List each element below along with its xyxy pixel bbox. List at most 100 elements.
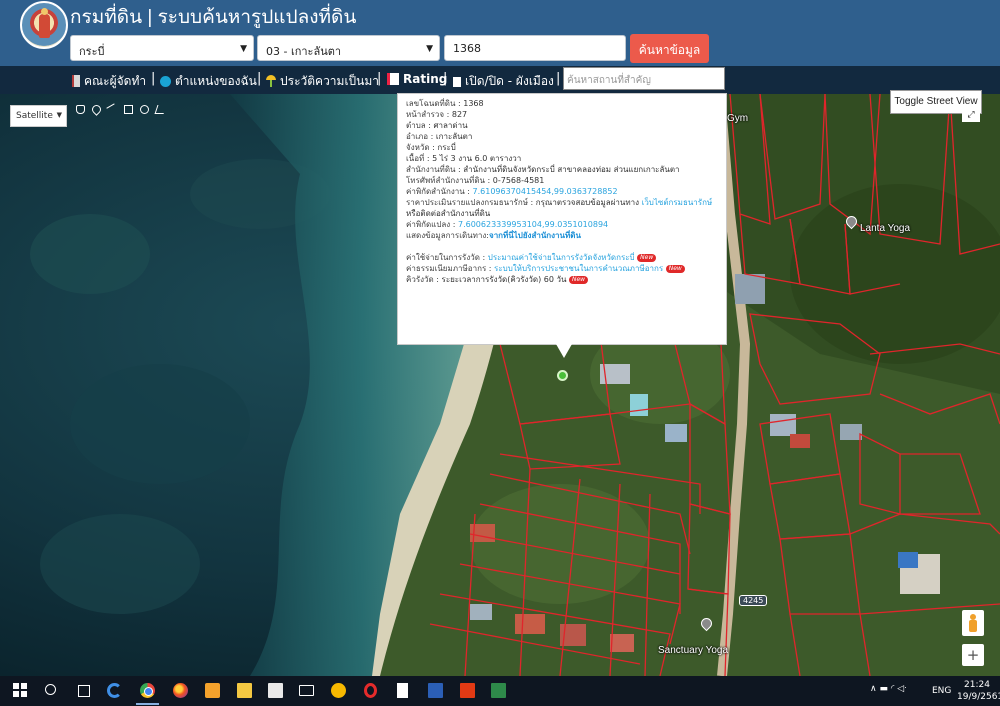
team-label: คณะผู้จัดทำ <box>84 74 147 88</box>
tax-row: ค่าธรรมเนียมภาษีอากร : ระบบให้บริการประช… <box>406 263 718 274</box>
drawing-toolbar <box>76 100 167 118</box>
queue-value: ระยะเวลาการรังวัด(คิวรังวัด) 60 วัน <box>441 275 567 284</box>
system-tray-icons[interactable]: ∧ ▬ ◜ ◁ᐧ <box>870 684 906 694</box>
history-icon <box>266 75 276 87</box>
amphoe-row: อำเภอ : เกาะลันตา <box>406 131 718 142</box>
fullscreen-icon[interactable]: ⤢ <box>962 108 980 122</box>
zoom-in-button[interactable]: + <box>962 644 984 666</box>
toolbar: คณะผู้จัดทำ | ตำแหน่งของฉัน | ประวัติควา… <box>0 66 1000 94</box>
route-link[interactable]: จากที่นี่ไปยังสำนักงานที่ดิน <box>489 231 581 240</box>
area-row: เนื้อที่ : 5 ไร่ 3 งาน 6.0 ตารางวา <box>406 153 718 164</box>
price-text: กรุณาตรวจสอบข้อมูลผ่านทาง <box>535 198 642 207</box>
toolbar-separator: | <box>377 71 382 86</box>
circle-tool-icon[interactable] <box>140 104 149 114</box>
new-badge: New <box>569 276 589 284</box>
location-label: ตำแหน่งของฉัน <box>175 74 257 88</box>
tambon-value: ศาลาด่าน <box>433 121 468 130</box>
rating-link[interactable]: Rating <box>387 72 447 86</box>
project-icon[interactable] <box>491 683 506 698</box>
office-value: สำนักงานที่ดินจังหวัดกระบี่ สาขาคลองท่อม… <box>463 165 680 174</box>
city-plan-toggle[interactable]: เปิด/ปิด - ผังเมือง <box>453 72 554 91</box>
search-button[interactable]: ค้นหาข้อมูล <box>630 34 709 63</box>
polyline-tool-icon[interactable] <box>106 102 119 116</box>
parcel-info-popup: เลขโฉนดที่ดิน : 1368 หน้าสำรวจ : 827 ตำบ… <box>397 93 727 345</box>
phone-row: โทรศัพท์สำนักงานที่ดิน : 0-7568-4581 <box>406 175 718 186</box>
district-select[interactable]: 03 - เกาะลันตา ▼ <box>257 35 440 61</box>
parcel-coord-row: ค่าพิกัดแปลง : 7.600623339953104,99.0351… <box>406 219 718 230</box>
search-icon[interactable] <box>45 684 56 695</box>
mail-icon[interactable] <box>299 685 314 696</box>
queue-label: คิวรังวัด : <box>406 275 442 284</box>
team-icon <box>72 75 80 87</box>
hand-tool-icon[interactable] <box>76 104 85 114</box>
shield-icon[interactable] <box>331 683 346 698</box>
road-number-badge: 4245 <box>739 595 768 606</box>
map-type-select[interactable]: Satellite ▼ <box>10 105 67 127</box>
cursor-tool-icon[interactable] <box>154 104 167 114</box>
clock[interactable]: 21:24 19/9/2561 <box>957 679 1000 703</box>
popup-spacer <box>406 241 718 252</box>
office-coord-row: ค่าพิกัดสำนักงาน : 7.61096370415454,99.0… <box>406 186 718 197</box>
pegman-icon[interactable] <box>962 610 984 636</box>
place-search-input[interactable]: ค้นหาสถานที่สำคัญ <box>563 67 725 90</box>
edge-icon[interactable] <box>107 683 122 698</box>
fee-row: ค่าใช้จ่ายในการรังวัด : ประมาณค่าใช้จ่าย… <box>406 252 718 263</box>
parcel-number-input[interactable]: 1368 <box>444 35 626 61</box>
selected-parcel-marker-icon[interactable] <box>557 370 568 381</box>
marker-tool-icon[interactable] <box>90 102 103 116</box>
province-select-value: กระบี่ <box>79 45 105 58</box>
file-explorer-icon[interactable] <box>237 683 252 698</box>
city-plan-label: เปิด/ปิด - ผังเมือง <box>465 74 554 88</box>
price-row-2: หรือติดต่อสำนักงานที่ดิน <box>406 209 491 218</box>
location-icon <box>160 76 171 87</box>
province-row: จังหวัด : กระบี่ <box>406 142 718 153</box>
area-value: 5 ไร่ 3 งาน 6.0 ตารางวา <box>432 154 522 163</box>
header-bar: กรมที่ดิน | ระบบค้นหารูปแปลงที่ดิน กระบี… <box>0 0 1000 66</box>
paint-icon[interactable] <box>205 683 220 698</box>
queue-row: คิวรังวัด : ระยะเวลาการรังวัด(คิวรังวัด)… <box>406 274 718 285</box>
tax-calculator-link[interactable]: ระบบให้บริการประชาชนในการคำนวณภาษีอากร <box>494 264 663 273</box>
fee-label: ค่าใช้จ่ายในการรังวัด : <box>406 253 488 262</box>
store-icon[interactable] <box>268 683 283 698</box>
opera-icon[interactable] <box>364 683 377 698</box>
toolbar-separator: | <box>443 71 448 86</box>
team-link[interactable]: คณะผู้จัดทำ <box>72 72 146 91</box>
deed-label: เลขโฉนดที่ดิน : <box>406 99 464 108</box>
survey-label: หน้าสำรวจ : <box>406 110 452 119</box>
language-indicator[interactable]: ENG <box>932 686 951 696</box>
amphoe-label: อำเภอ : <box>406 132 436 141</box>
province-label: จังหวัด : <box>406 143 438 152</box>
chrome-icon[interactable] <box>140 683 155 698</box>
history-link[interactable]: ประวัติความเป็นมา <box>266 72 379 91</box>
province-select[interactable]: กระบี่ ▼ <box>70 35 254 61</box>
windows-start-icon[interactable] <box>13 683 28 698</box>
chevron-down-icon: ▼ <box>426 44 433 54</box>
task-view-icon[interactable] <box>78 685 90 697</box>
price-row: ราคาประเมินรายแปลงกรมธนารักษ์ : กรุณาตรว… <box>406 197 718 208</box>
document-icon[interactable] <box>397 683 408 698</box>
active-app-indicator <box>136 703 159 705</box>
rectangle-tool-icon[interactable] <box>124 104 133 114</box>
city-plan-icon <box>453 77 461 87</box>
parcel-coord-link[interactable]: 7.600623339953104,99.0351010894 <box>458 220 608 229</box>
treasury-website-link[interactable]: เว็บไซต์กรมธนารักษ์ <box>642 198 713 207</box>
logo-figure <box>39 8 50 38</box>
survey-fee-link[interactable]: ประมาณค่าใช้จ่ายในการรังวัดจังหวัดกระบี่ <box>488 253 635 262</box>
rating-icon <box>387 73 399 85</box>
word-icon[interactable] <box>428 683 443 698</box>
survey-row: หน้าสำรวจ : 827 <box>406 109 718 120</box>
chevron-down-icon: ▼ <box>240 44 247 54</box>
gym-label: Gym <box>727 113 749 124</box>
toolbar-separator: | <box>257 71 262 86</box>
department-logo <box>20 1 68 49</box>
office-coord-link[interactable]: 7.61096370415454,99.0363728852 <box>473 187 618 196</box>
popup-pointer <box>556 344 572 358</box>
firefox-icon[interactable] <box>173 683 188 698</box>
toolbar-separator: | <box>151 71 156 86</box>
office-icon[interactable] <box>460 683 475 698</box>
price-label: ราคาประเมินรายแปลงกรมธนารักษ์ : <box>406 198 536 207</box>
tax-label: ค่าธรรมเนียมภาษีอากร : <box>406 264 495 273</box>
my-location-link[interactable]: ตำแหน่งของฉัน <box>160 72 257 91</box>
area-label: เนื้อที่ : <box>406 154 433 163</box>
map-type-value: Satellite <box>16 111 53 121</box>
